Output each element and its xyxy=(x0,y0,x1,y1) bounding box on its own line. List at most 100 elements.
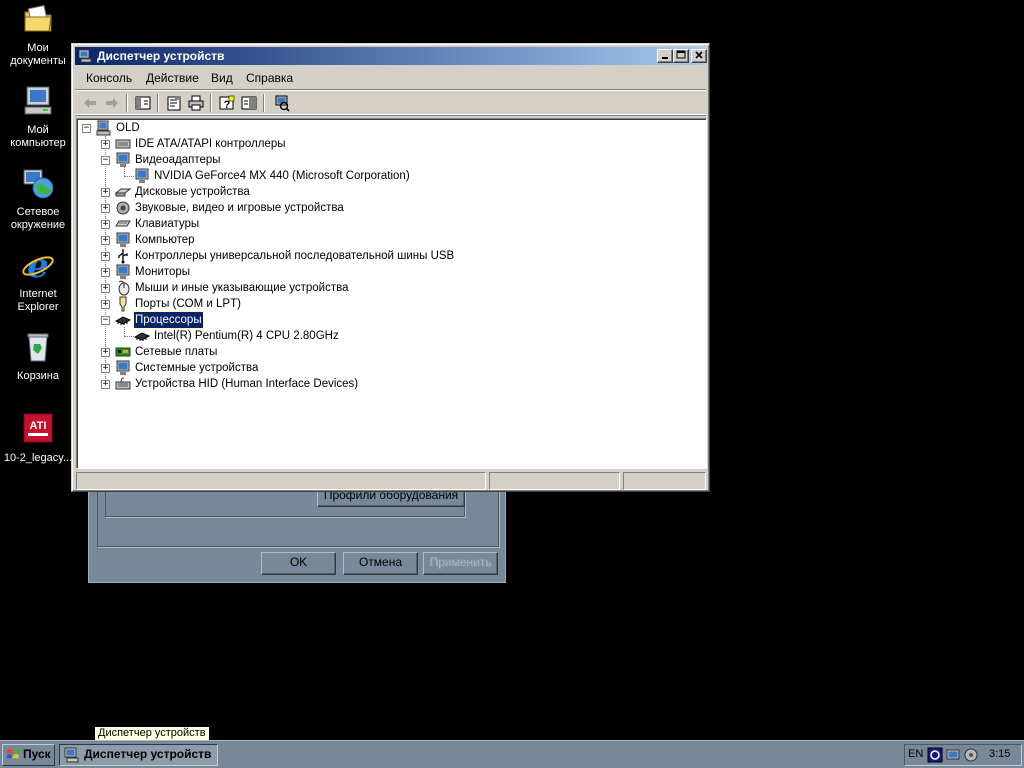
monitor-icon xyxy=(116,264,130,279)
window-title: Диспетчер устройств xyxy=(97,49,225,63)
language-indicator[interactable]: EN xyxy=(908,748,923,760)
expand-toggle[interactable]: + xyxy=(101,188,110,197)
show-hide-tree-icon xyxy=(135,96,151,110)
computer-icon xyxy=(96,120,111,136)
menu-bar: Консоль Действие Вид Справка xyxy=(75,67,706,87)
tree-node-label: IDE ATA/ATAPI контроллеры xyxy=(135,138,286,150)
tree-node-label: Мыши и иные указывающие устройства xyxy=(135,282,349,294)
tree-node-label: Видеоадаптеры xyxy=(135,154,221,166)
toolbar-separator xyxy=(157,94,159,112)
network-card-icon xyxy=(115,347,131,357)
taskbar-button-label: Диспетчер устройств xyxy=(84,747,212,761)
speaker-tray-icon[interactable] xyxy=(963,747,979,763)
forward-arrow-icon xyxy=(106,98,118,108)
apply-button[interactable]: Применить xyxy=(423,552,498,575)
usb-icon xyxy=(118,249,128,264)
expand-toggle[interactable]: + xyxy=(101,348,110,357)
desktop-icon-label: Мои xyxy=(27,42,49,54)
desktop-icon-my-computer[interactable]: Мой компьютер xyxy=(3,84,73,150)
help-icon: ? xyxy=(219,95,235,111)
device-manager-app-icon xyxy=(64,747,79,763)
tree-line xyxy=(124,327,125,336)
status-cell xyxy=(623,472,706,490)
forward-button[interactable] xyxy=(102,94,122,112)
show-hide-tree-button[interactable] xyxy=(133,94,153,112)
desktop-icon-network[interactable]: Сетевое окружение xyxy=(3,166,73,232)
collapse-toggle[interactable]: − xyxy=(101,156,110,165)
ok-button[interactable]: OK xyxy=(261,552,336,575)
toolbar: ? xyxy=(75,89,706,115)
back-arrow-icon xyxy=(84,98,96,108)
status-cell xyxy=(76,472,486,490)
computer-icon xyxy=(116,360,130,375)
expand-toggle[interactable]: + xyxy=(101,380,110,389)
print-icon xyxy=(188,95,204,111)
expand-toggle[interactable]: + xyxy=(101,220,110,229)
maximize-icon xyxy=(676,50,686,59)
desktop-icon-label: Корзина xyxy=(17,370,59,382)
tree-node-label: Клавиатуры xyxy=(135,218,200,230)
toolbar-separator xyxy=(210,94,212,112)
print-button[interactable] xyxy=(186,94,206,112)
minimize-button[interactable] xyxy=(657,49,673,63)
ati-tray-icon[interactable] xyxy=(927,747,943,763)
help-button[interactable]: ? xyxy=(217,94,237,112)
desktop-icon-label: Explorer xyxy=(17,301,59,313)
svg-text:e: e xyxy=(27,248,49,282)
tree-node-label: Системные устройства xyxy=(135,362,259,374)
expand-toggle[interactable]: + xyxy=(101,364,110,373)
expand-toggle[interactable]: + xyxy=(101,300,110,309)
expand-toggle[interactable]: + xyxy=(101,236,110,245)
collapse-toggle[interactable]: − xyxy=(82,124,91,133)
menu-console[interactable]: Консоль xyxy=(86,70,132,86)
disk-drive-icon xyxy=(115,188,131,197)
desktop-icon-my-documents[interactable]: Мои документы xyxy=(3,2,73,68)
taskbar: Пуск Диспетчер устройств EN 3:15 xyxy=(0,740,1024,768)
menu-view[interactable]: Вид xyxy=(211,70,233,86)
svg-text:ATI: ATI xyxy=(30,420,47,432)
display-tray-icon[interactable] xyxy=(945,747,961,763)
collapse-toggle[interactable]: − xyxy=(101,316,110,325)
mouse-icon xyxy=(118,280,130,296)
network-globe-icon xyxy=(23,169,54,199)
desktop-icon-ati-legacy[interactable]: ATI 10-2_legacy... xyxy=(3,412,73,465)
tree-node-label: Дисковые устройства xyxy=(135,186,250,198)
menu-action[interactable]: Действие xyxy=(146,70,199,86)
cancel-button[interactable]: Отмена xyxy=(343,552,418,575)
expand-toggle[interactable]: + xyxy=(101,140,110,149)
system-tray: EN 3:15 xyxy=(904,744,1022,766)
tree-node-label: Звуковые, видео и игровые устройства xyxy=(135,202,344,214)
desktop-icon-recycle-bin[interactable]: Корзина xyxy=(3,330,73,383)
window-titlebar[interactable]: Диспетчер устройств xyxy=(75,47,707,65)
show-hide-action-pane-button[interactable] xyxy=(239,94,259,112)
desktop-icon-label: Сетевое xyxy=(16,206,60,218)
desktop-icon-internet-explorer[interactable]: e Internet Explorer xyxy=(3,246,73,314)
tree-line xyxy=(124,336,134,337)
properties-icon xyxy=(167,96,181,111)
properties-button[interactable] xyxy=(164,94,184,112)
taskbar-button-device-manager[interactable]: Диспетчер устройств xyxy=(59,744,218,766)
menu-help[interactable]: Справка xyxy=(246,70,293,86)
monitor-icon xyxy=(135,168,149,183)
expand-toggle[interactable]: + xyxy=(101,204,110,213)
internet-explorer-icon: e xyxy=(22,246,54,286)
speaker-icon xyxy=(116,201,130,215)
maximize-button[interactable] xyxy=(673,49,689,63)
expand-toggle[interactable]: + xyxy=(101,284,110,293)
desktop-icon-label: документы xyxy=(10,55,66,67)
tree-node-label: OLD xyxy=(116,122,140,134)
expand-toggle[interactable]: + xyxy=(101,252,110,261)
start-button[interactable]: Пуск xyxy=(2,744,55,766)
port-plug-icon xyxy=(119,296,127,312)
close-button[interactable] xyxy=(691,49,707,63)
desktop-icon-label: компьютер xyxy=(10,137,66,149)
show-hide-action-pane-icon xyxy=(241,96,257,110)
device-tree: − OLD + IDE ATA/ATAPI контроллеры − Виде… xyxy=(76,118,707,469)
clock[interactable]: 3:15 xyxy=(989,748,1010,760)
expand-toggle[interactable]: + xyxy=(101,268,110,277)
processor-chip-icon xyxy=(134,332,150,341)
scan-hardware-button[interactable] xyxy=(272,94,292,112)
scan-hardware-icon xyxy=(275,95,290,112)
tree-node-label: NVIDIA GeForce4 MX 440 (Microsoft Corpor… xyxy=(154,170,410,182)
back-button[interactable] xyxy=(80,94,100,112)
